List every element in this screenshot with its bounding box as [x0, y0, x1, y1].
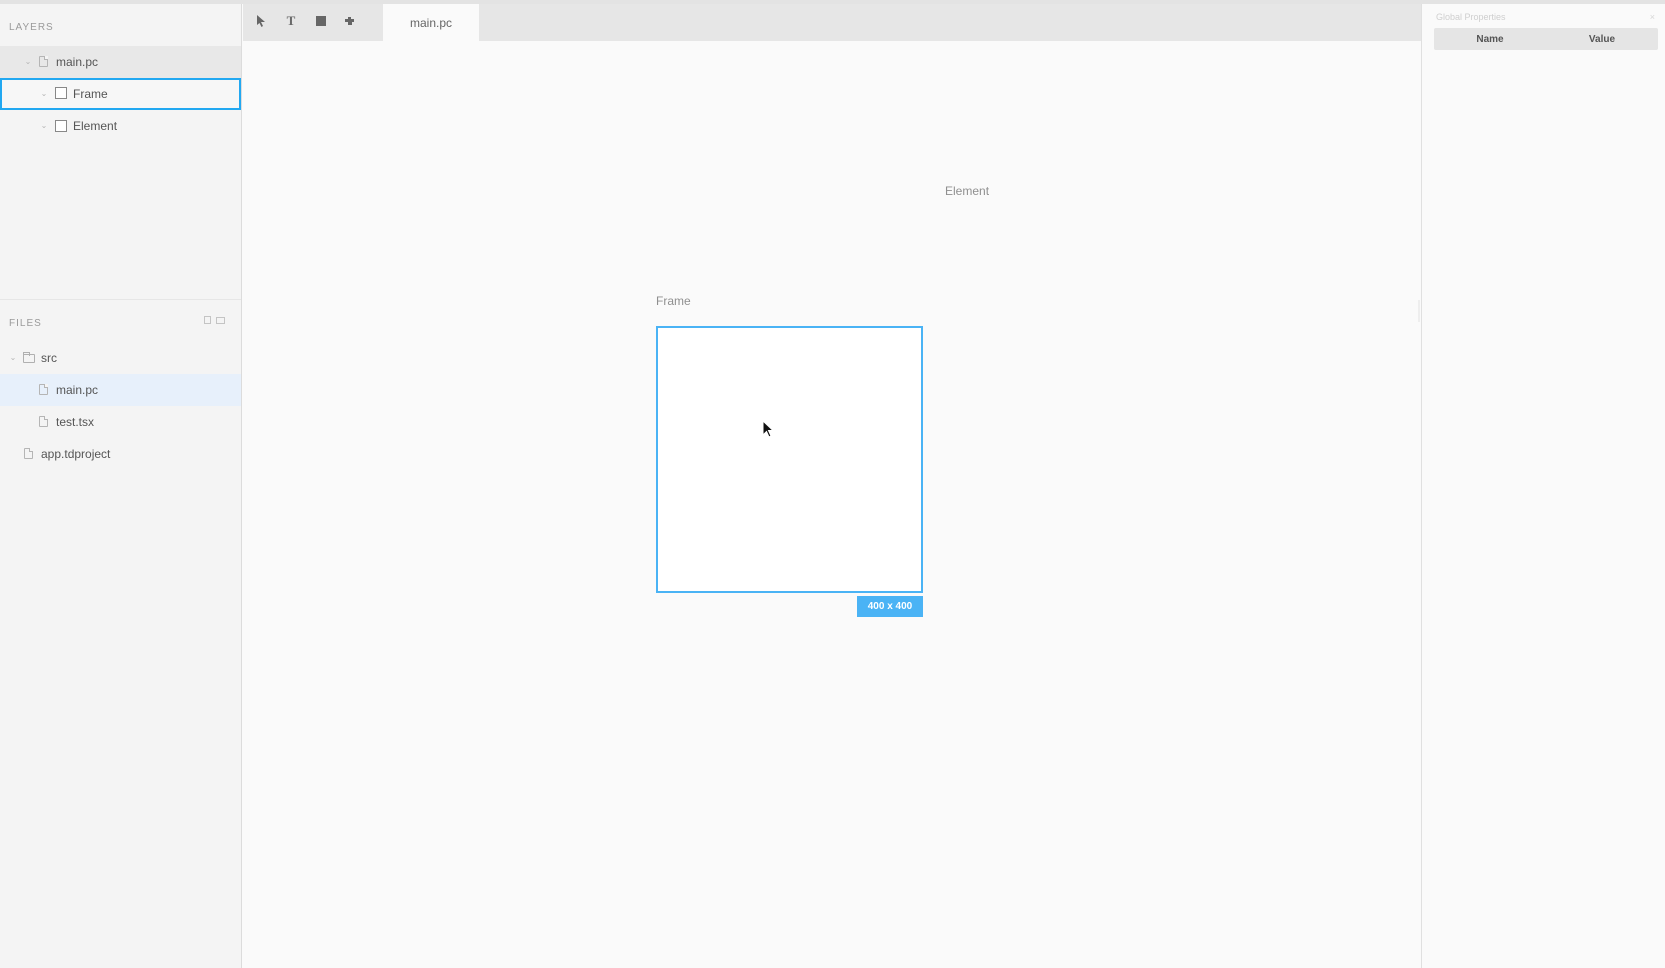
element-canvas-label[interactable]: Element	[945, 184, 989, 198]
file-label: app.tdproject	[41, 447, 111, 461]
new-folder-icon[interactable]	[216, 317, 225, 324]
layer-label: Frame	[73, 87, 108, 101]
files-heading: FILES	[9, 318, 42, 329]
column-name: Name	[1476, 33, 1504, 45]
selected-frame[interactable]	[656, 326, 923, 593]
app-window: LAYERS ⌄ main.pc ⌄ Frame ⌄ Element FILES	[0, 0, 1665, 968]
new-file-icon[interactable]	[204, 316, 211, 324]
element-box-icon	[55, 120, 67, 132]
rectangle-icon[interactable]	[313, 13, 329, 29]
column-value: Value	[1588, 33, 1616, 45]
chevron-down-icon[interactable]: ⌄	[9, 354, 17, 362]
layers-panel: LAYERS ⌄ main.pc ⌄ Frame ⌄ Element	[0, 4, 241, 300]
tab-main-pc[interactable]: main.pc	[383, 4, 479, 41]
panel-divider	[1418, 300, 1420, 322]
file-icon	[39, 384, 48, 395]
file-item-test-tsx[interactable]: test.tsx	[0, 406, 241, 438]
pointer-icon[interactable]	[253, 13, 269, 29]
global-properties-panel: Global Properties × Name Value	[1421, 4, 1665, 968]
chevron-down-icon[interactable]: ⌄	[40, 90, 48, 98]
design-canvas[interactable]: Element Frame 400 x 400	[243, 41, 1421, 968]
mouse-cursor-icon	[762, 420, 775, 438]
chevron-down-icon[interactable]: ⌄	[24, 58, 32, 66]
frame-canvas-label[interactable]: Frame	[656, 294, 691, 308]
size-badge: 400 x 400	[857, 596, 923, 617]
file-label: src	[41, 351, 57, 365]
file-label: main.pc	[56, 383, 99, 397]
files-actions	[204, 316, 225, 324]
element-box-icon	[55, 87, 67, 99]
layers-heading: LAYERS	[9, 22, 54, 33]
canvas-toolbar: T main.pc	[243, 4, 1421, 41]
file-icon	[39, 416, 48, 427]
panel-title: Global Properties	[1436, 12, 1506, 22]
file-icon	[24, 448, 33, 459]
folder-icon	[23, 352, 35, 363]
layer-label: Element	[73, 119, 118, 133]
files-panel: FILES ⌄ src main.pc test.tsx app.tdproje…	[0, 300, 241, 470]
layer-item-frame[interactable]: ⌄ Frame	[0, 78, 241, 110]
properties-table-header: Name Value	[1434, 28, 1658, 50]
file-icon	[39, 56, 48, 67]
file-item-app-tdproject[interactable]: app.tdproject	[0, 438, 241, 470]
layer-item-element[interactable]: ⌄ Element	[0, 110, 241, 142]
close-icon[interactable]: ×	[1650, 12, 1655, 22]
layer-label: main.pc	[56, 55, 99, 69]
file-item-main-pc[interactable]: main.pc	[0, 374, 241, 406]
files-header: FILES	[0, 300, 241, 342]
layer-item-main-pc[interactable]: ⌄ main.pc	[0, 46, 241, 78]
text-icon[interactable]: T	[283, 13, 299, 29]
file-item-src[interactable]: ⌄ src	[0, 342, 241, 374]
left-sidebar: LAYERS ⌄ main.pc ⌄ Frame ⌄ Element FILES	[0, 4, 242, 968]
component-icon[interactable]	[342, 13, 358, 29]
chevron-down-icon[interactable]: ⌄	[40, 122, 48, 130]
file-label: test.tsx	[56, 415, 95, 429]
